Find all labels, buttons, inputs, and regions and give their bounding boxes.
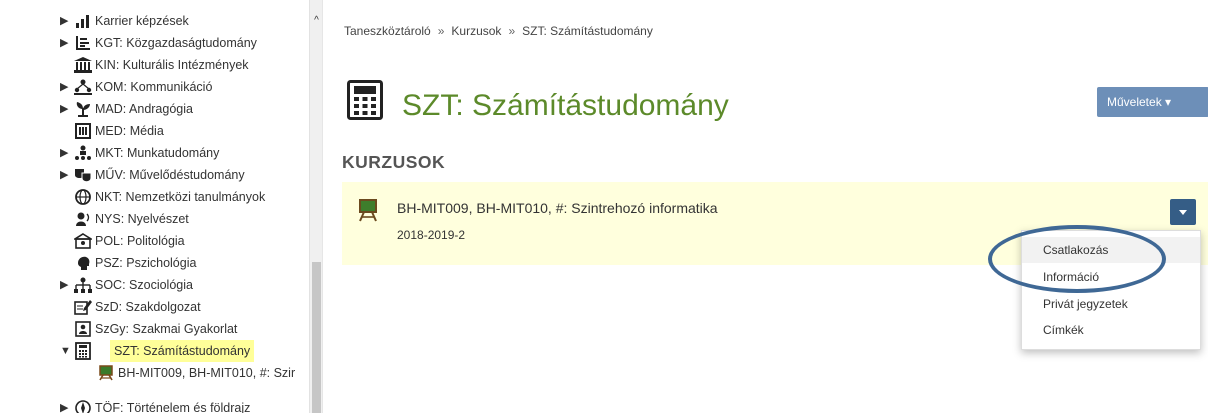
compass-icon: [74, 399, 92, 413]
tree-item-med[interactable]: MED: Média: [0, 120, 310, 142]
edit-document-icon: [74, 298, 92, 316]
course-menu-button[interactable]: [1170, 199, 1196, 225]
actions-dropdown-button[interactable]: Műveletek ▾: [1097, 87, 1208, 117]
tree-item-label: MAD: Andragógia: [95, 102, 193, 116]
tree-item-kin[interactable]: KIN: Kulturális Intézmények: [0, 54, 310, 76]
scrollbar-thumb[interactable]: [312, 262, 321, 413]
course-term: 2018-2019-2: [397, 228, 466, 242]
menu-item-privat-jegyzetek[interactable]: Privát jegyzetek: [1022, 291, 1200, 317]
tree-item-label: KIN: Kulturális Intézmények: [95, 58, 249, 72]
tree-item-label: NYS: Nyelvészet: [95, 212, 189, 226]
expand-arrow-icon[interactable]: ▶: [60, 164, 72, 186]
tree-item-nys[interactable]: NYS: Nyelvészet: [0, 208, 310, 230]
tree-item-label: SZT: Számítástudomány: [110, 340, 255, 362]
menu-item-informacio[interactable]: Információ: [1022, 264, 1200, 290]
tree-item-label: KGT: Közgazdaságtudomány: [95, 36, 257, 50]
tree-item-label: MKT: Munkatudomány: [95, 146, 220, 160]
tree-item-szd[interactable]: SzD: Szakdolgozat: [0, 296, 310, 318]
blackboard-icon: [97, 364, 115, 382]
tree-item-szt[interactable]: ▼ SZT: Számítástudomány: [0, 340, 310, 362]
id-card-icon: [74, 320, 92, 338]
blackboard-icon: [358, 199, 378, 223]
tree-item-mad[interactable]: ▶ MAD: Andragógia: [0, 98, 310, 120]
tree-item-tof[interactable]: ▶ TÖF: Történelem és földrajz: [0, 397, 310, 413]
course-name-link[interactable]: BH-MIT009, BH-MIT010, #: Szintrehozó inf…: [397, 200, 718, 216]
calculator-icon: [74, 342, 92, 360]
tree-item-kom[interactable]: ▶ KOM: Kommunikáció: [0, 76, 310, 98]
hierarchy-icon: [74, 276, 92, 294]
course-category-tree: ▶ Karrier képzések ▶ KGT: Közgazdaságtud…: [0, 0, 322, 413]
tree-item-label: MED: Média: [95, 124, 164, 138]
expand-arrow-icon[interactable]: ▶: [60, 76, 72, 98]
tree-item-psz[interactable]: PSZ: Pszichológia: [0, 252, 310, 274]
tree-item-label: KOM: Kommunikáció: [95, 80, 213, 94]
calculator-icon: [347, 80, 383, 120]
plant-icon: [74, 100, 92, 118]
expand-arrow-icon[interactable]: ▶: [60, 32, 72, 54]
tree-item-label: SzD: Szakdolgozat: [95, 300, 201, 314]
breadcrumb-link-taneszkoztarolo[interactable]: Taneszköztároló: [344, 24, 431, 38]
tree-item-course[interactable]: BH-MIT009, BH-MIT010, #: Szir: [0, 362, 310, 384]
tree-item-label: TÖF: Történelem és földrajz: [95, 401, 251, 413]
institution-icon: [74, 56, 92, 74]
scroll-up-arrow-icon[interactable]: ^: [310, 14, 322, 28]
parliament-icon: [74, 232, 92, 250]
tree-item-soc[interactable]: ▶ SOC: Szociológia: [0, 274, 310, 296]
workers-icon: [74, 144, 92, 162]
breadcrumb-separator: »: [508, 24, 516, 38]
tree-item-kgt[interactable]: ▶ KGT: Közgazdaságtudomány: [0, 32, 310, 54]
theater-masks-icon: [74, 166, 92, 184]
bar-chart-icon: [74, 12, 92, 30]
media-icon: [74, 122, 92, 140]
tree-item-label: MŰV: Művelődéstudomány: [95, 168, 245, 182]
tree-item-szgy[interactable]: SzGy: Szakmai Gyakorlat: [0, 318, 310, 340]
expand-arrow-icon[interactable]: ▶: [60, 10, 72, 32]
tree-item-label: Karrier képzések: [95, 14, 189, 28]
sidebar-scrollbar[interactable]: ^: [309, 0, 322, 413]
tree-item-label: POL: Politológia: [95, 234, 185, 248]
people-network-icon: [74, 78, 92, 96]
menu-item-cimkek[interactable]: Címkék: [1022, 317, 1200, 343]
tree-item-label: SzGy: Szakmai Gyakorlat: [95, 322, 238, 336]
breadcrumb-current: SZT: Számítástudomány: [522, 24, 653, 38]
expand-arrow-icon[interactable]: ▶: [60, 98, 72, 120]
caret-down-icon: [1179, 210, 1187, 215]
tree-item-muv[interactable]: ▶ MŰV: Művelődéstudomány: [0, 164, 310, 186]
course-context-menu: Csatlakozás Információ Privát jegyzetek …: [1021, 230, 1201, 350]
tree-item-label: PSZ: Pszichológia: [95, 256, 197, 270]
expand-arrow-icon[interactable]: ▶: [60, 397, 72, 413]
breadcrumb-separator: »: [437, 24, 445, 38]
tree-item-karrier[interactable]: ▶ Karrier képzések: [0, 10, 310, 32]
tree-item-mkt[interactable]: ▶ MKT: Munkatudomány: [0, 142, 310, 164]
collapse-arrow-icon[interactable]: ▼: [60, 340, 72, 362]
expand-arrow-icon[interactable]: ▶: [60, 142, 72, 164]
tree-item-label: BH-MIT009, BH-MIT010, #: Szir: [118, 366, 296, 380]
tree-item-pol[interactable]: POL: Politológia: [0, 230, 310, 252]
panel-divider: [322, 0, 323, 413]
tree-item-nkt[interactable]: NKT: Nemzetközi tanulmányok: [0, 186, 310, 208]
tree-item-label: SOC: Szociológia: [95, 278, 193, 292]
expand-arrow-icon[interactable]: ▶: [60, 274, 72, 296]
page-title: SZT: Számítástudomány: [402, 89, 729, 122]
speaker-icon: [74, 210, 92, 228]
tree-item-label: NKT: Nemzetközi tanulmányok: [95, 190, 266, 204]
section-heading: KURZUSOK: [342, 152, 446, 172]
globe-icon: [74, 188, 92, 206]
menu-item-csatlakozas[interactable]: Csatlakozás: [1022, 237, 1200, 263]
list-chart-icon: [74, 34, 92, 52]
breadcrumb-link-kurzusok[interactable]: Kurzusok: [451, 24, 501, 38]
head-icon: [74, 254, 92, 272]
breadcrumb: Taneszköztároló » Kurzusok » SZT: Számítástu…: [344, 24, 653, 38]
